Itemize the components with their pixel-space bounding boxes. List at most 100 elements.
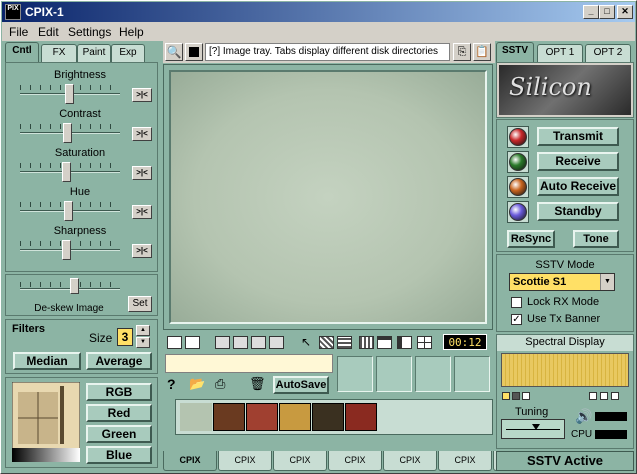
control-button[interactable]: Standby <box>537 202 619 221</box>
deskew-panel: De-skew Image Set <box>5 274 158 316</box>
slider-thumb[interactable] <box>65 84 74 104</box>
slider-label: Brightness <box>54 69 106 81</box>
single-frame-alt-icon[interactable] <box>185 336 200 349</box>
tab-sstv[interactable]: SSTV <box>496 42 534 62</box>
slider-thumb[interactable] <box>62 240 71 260</box>
tray-thumb-3[interactable] <box>246 403 278 431</box>
slider-reset-button[interactable]: >|< <box>132 205 152 219</box>
tray-icon[interactable]: ⎙ <box>215 376 225 392</box>
size-down-button[interactable]: ▼ <box>136 337 150 348</box>
slider-reset-button[interactable]: >|< <box>132 88 152 102</box>
preview-slot-3[interactable] <box>415 356 451 392</box>
single-frame-icon[interactable] <box>167 336 182 349</box>
deskew-thumb[interactable] <box>70 278 79 294</box>
tray-tab[interactable]: CPIX <box>438 451 492 471</box>
red-button[interactable]: Red <box>86 404 152 422</box>
zoom-icon[interactable]: 🔍 <box>165 43 183 61</box>
tray-tab[interactable]: CPIX <box>163 451 217 471</box>
tab-paint[interactable]: Paint <box>77 44 111 62</box>
slider-reset-button[interactable]: >|< <box>132 166 152 180</box>
spectral-mode-1-icon[interactable] <box>502 392 510 400</box>
sidebar-icon[interactable] <box>397 336 412 349</box>
tab-fx[interactable]: FX <box>41 44 77 62</box>
tray-thumb-5[interactable] <box>312 403 344 431</box>
view-2-icon[interactable] <box>600 392 608 400</box>
deskew-set-button[interactable]: Set <box>128 296 152 312</box>
pattern-icon[interactable] <box>359 336 374 349</box>
menu-file[interactable]: File <box>9 25 28 39</box>
tray-thumb-4[interactable] <box>279 403 311 431</box>
image-canvas[interactable] <box>169 70 487 324</box>
tray-thumb-2[interactable] <box>213 403 245 431</box>
lock-rx-checkbox[interactable] <box>511 297 522 308</box>
led-light <box>509 203 527 221</box>
spectral-mode-3-icon[interactable] <box>522 392 530 400</box>
size-value[interactable]: 3 <box>117 328 133 346</box>
title-bar[interactable]: PIX CPIX-1 _ □ ✕ <box>2 2 635 22</box>
copy-icon[interactable]: ⎘ <box>453 43 471 61</box>
tone-button[interactable]: Tone <box>573 230 619 248</box>
average-button[interactable]: Average <box>86 352 152 370</box>
tray-tab[interactable]: CPIX <box>328 451 382 471</box>
close-button[interactable]: ✕ <box>617 5 633 19</box>
tab-opt2[interactable]: OPT 2 <box>585 44 631 62</box>
slider-thumb[interactable] <box>63 123 72 143</box>
blue-button[interactable]: Blue <box>86 446 152 464</box>
preview-slot-2[interactable] <box>376 356 412 392</box>
tray-thumb-1[interactable] <box>180 403 212 431</box>
grid-icon[interactable] <box>319 336 334 349</box>
use-banner-checkbox[interactable]: ✓ <box>511 314 522 325</box>
resync-button[interactable]: ReSync <box>507 230 555 248</box>
window-frame-2-icon[interactable] <box>233 336 248 349</box>
view-3-icon[interactable] <box>611 392 619 400</box>
sstv-mode-select[interactable]: Scottie S1 ▼ <box>509 273 615 291</box>
pointer-icon[interactable]: ↖ <box>301 335 311 349</box>
led-light <box>509 178 527 196</box>
status-led <box>507 176 529 198</box>
window-frame-3-icon[interactable] <box>251 336 266 349</box>
slider-thumb[interactable] <box>62 162 71 182</box>
speaker-icon[interactable]: 🔊 <box>575 408 592 425</box>
autosave-button[interactable]: AutoSave <box>273 376 329 394</box>
tuning-meter[interactable] <box>501 419 565 439</box>
open-folder-icon[interactable]: 📂 <box>189 376 205 392</box>
control-button[interactable]: Receive <box>537 152 619 171</box>
tray-thumb-6[interactable] <box>345 403 377 431</box>
view-1-icon[interactable] <box>589 392 597 400</box>
menu-settings[interactable]: Settings <box>68 25 111 39</box>
trash-icon[interactable]: 🗑 <box>249 376 266 392</box>
median-button[interactable]: Median <box>13 352 81 370</box>
size-up-button[interactable]: ▲ <box>136 325 150 336</box>
preview-slot-4[interactable] <box>454 356 490 392</box>
chevron-down-icon[interactable]: ▼ <box>600 274 614 290</box>
control-button[interactable]: Transmit <box>537 127 619 146</box>
black-swatch-icon[interactable] <box>185 43 203 61</box>
menu-help[interactable]: Help <box>119 25 144 39</box>
window-frame-icon[interactable] <box>215 336 230 349</box>
window-frame-4-icon[interactable] <box>269 336 284 349</box>
tab-opt1[interactable]: OPT 1 <box>537 44 583 62</box>
quad-icon[interactable] <box>417 336 432 349</box>
titlebar-icon[interactable] <box>377 336 392 349</box>
menu-edit[interactable]: Edit <box>38 25 59 39</box>
maximize-button[interactable]: □ <box>599 5 615 19</box>
spectral-mode-2-icon[interactable] <box>512 392 520 400</box>
lines-icon[interactable] <box>337 336 352 349</box>
slider-thumb[interactable] <box>64 201 73 221</box>
tab-cntl[interactable]: Cntl <box>5 42 39 62</box>
slider-reset-button[interactable]: >|< <box>132 244 152 258</box>
paste-icon[interactable]: 📋 <box>473 43 491 61</box>
slider-reset-button[interactable]: >|< <box>132 127 152 141</box>
tray-tab[interactable]: CPIX <box>273 451 327 471</box>
green-button[interactable]: Green <box>86 425 152 443</box>
help-icon[interactable]: ? <box>167 376 176 392</box>
preview-slot-1[interactable] <box>337 356 373 392</box>
volume-meter <box>595 412 627 421</box>
status-field <box>165 354 333 373</box>
minimize-button[interactable]: _ <box>583 5 599 19</box>
control-button[interactable]: Auto Receive <box>537 177 619 196</box>
tray-tab[interactable]: CPIX <box>383 451 437 471</box>
rgb-button[interactable]: RGB <box>86 383 152 401</box>
tab-exp[interactable]: Exp <box>111 44 145 62</box>
tray-tab[interactable]: CPIX <box>218 451 272 471</box>
